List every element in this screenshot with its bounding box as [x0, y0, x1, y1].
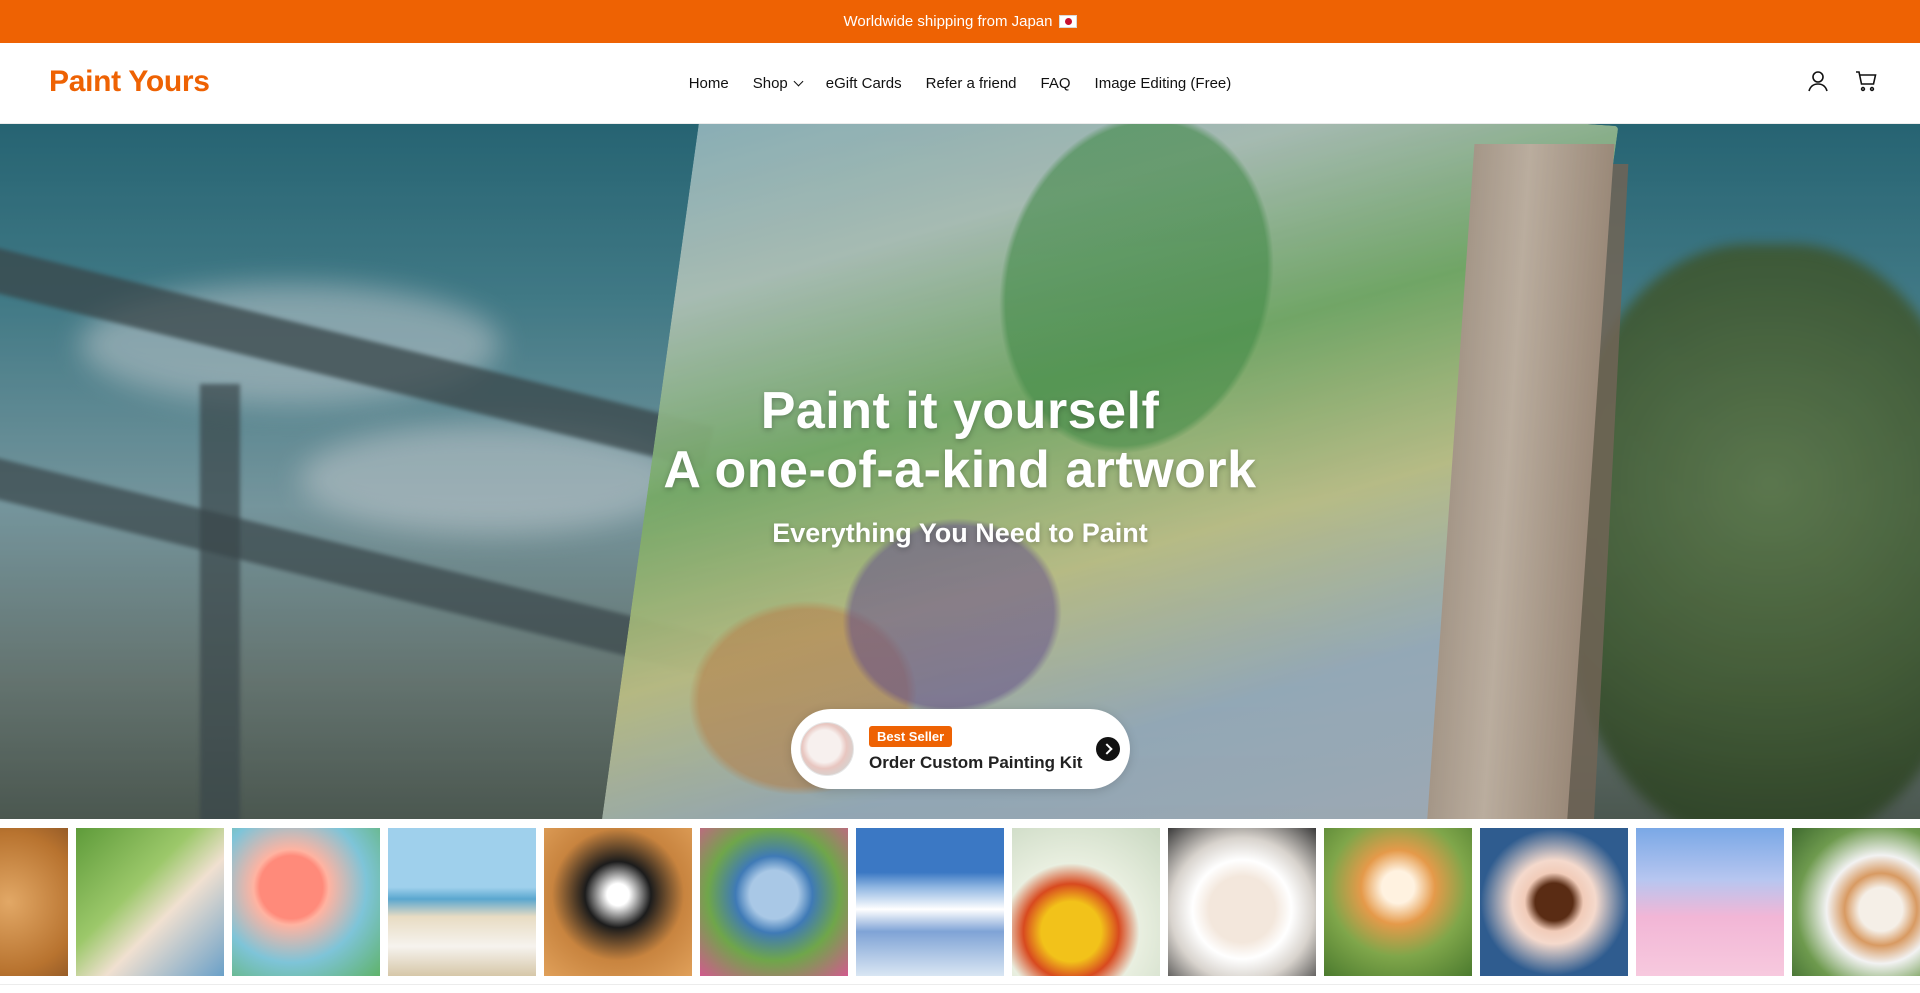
hero-title: Paint it yourself A one-of-a-kind artwor…: [0, 382, 1920, 500]
header-icons: [1806, 69, 1878, 93]
nav-faq-label: FAQ: [1040, 75, 1071, 92]
divider: [0, 984, 1920, 985]
nav-image-editing[interactable]: Image Editing (Free): [1083, 75, 1244, 92]
hero-title-line1: Paint it yourself: [760, 382, 1160, 440]
nav-image-editing-label: Image Editing (Free): [1094, 75, 1232, 92]
product-thumbnail: [800, 722, 854, 776]
promo-label: Order Custom Painting Kit: [869, 752, 1083, 772]
site-header: Paint Yours Home Shop eGift Cards Refer …: [0, 43, 1920, 124]
nav-home[interactable]: Home: [677, 75, 741, 92]
gallery-tile-cat-with-daisies[interactable]: [1792, 828, 1920, 976]
cart-icon[interactable]: [1854, 69, 1878, 93]
nav-refer-label: Refer a friend: [925, 75, 1017, 92]
nav-home-label: Home: [688, 75, 729, 92]
gallery-tile-child-and-mother[interactable]: [76, 828, 224, 976]
nav-shop[interactable]: Shop: [741, 75, 814, 92]
gallery-tile-red-poppies[interactable]: [232, 828, 380, 976]
nav-shop-label: Shop: [752, 75, 788, 92]
hero-banner: Paint it yourself A one-of-a-kind artwor…: [0, 124, 1920, 819]
nav-egift-cards[interactable]: eGift Cards: [814, 75, 914, 92]
hero-text: Paint it yourself A one-of-a-kind artwor…: [0, 382, 1920, 549]
nav-egift-label: eGift Cards: [825, 75, 902, 92]
hero-title-line2: A one-of-a-kind artwork: [663, 441, 1257, 499]
promo-text: Best Seller Order Custom Painting Kit: [869, 725, 1083, 773]
best-seller-badge: Best Seller: [869, 725, 953, 747]
gallery-tile-border-collie[interactable]: [544, 828, 692, 976]
gallery-strip: [0, 819, 1920, 993]
gallery-tile-wedding-hands[interactable]: [1168, 828, 1316, 976]
nav-faq[interactable]: FAQ: [1029, 75, 1083, 92]
gallery-tile-corgi[interactable]: [1324, 828, 1472, 976]
announcement-bar: Worldwide shipping from Japan: [0, 0, 1920, 43]
main-nav: Home Shop eGift Cards Refer a friend FAQ…: [0, 43, 1920, 124]
hero-subtitle: Everything You Need to Paint: [772, 518, 1148, 548]
chevron-right-icon[interactable]: [1096, 737, 1120, 761]
announcement-text: Worldwide shipping from Japan: [843, 13, 1053, 30]
gallery-tile-elderly-gardener[interactable]: [700, 828, 848, 976]
japan-flag-icon: [1058, 15, 1077, 28]
chevron-down-icon: [793, 76, 804, 87]
nav-refer-a-friend[interactable]: Refer a friend: [914, 75, 1029, 92]
gallery-tile-woman-with-flowers[interactable]: [1012, 828, 1160, 976]
logo[interactable]: Paint Yours: [49, 65, 210, 99]
gallery-tile-coffee-cup[interactable]: [1480, 828, 1628, 976]
gallery-tile-mount-fuji[interactable]: [856, 828, 1004, 976]
gallery-tile-golden-retriever[interactable]: [0, 828, 68, 976]
account-icon[interactable]: [1806, 69, 1830, 93]
gallery-tile-pink-clouds[interactable]: [1636, 828, 1784, 976]
gallery-tile-beach-wedding[interactable]: [388, 828, 536, 976]
promo-product-card[interactable]: Best Seller Order Custom Painting Kit: [791, 709, 1130, 789]
